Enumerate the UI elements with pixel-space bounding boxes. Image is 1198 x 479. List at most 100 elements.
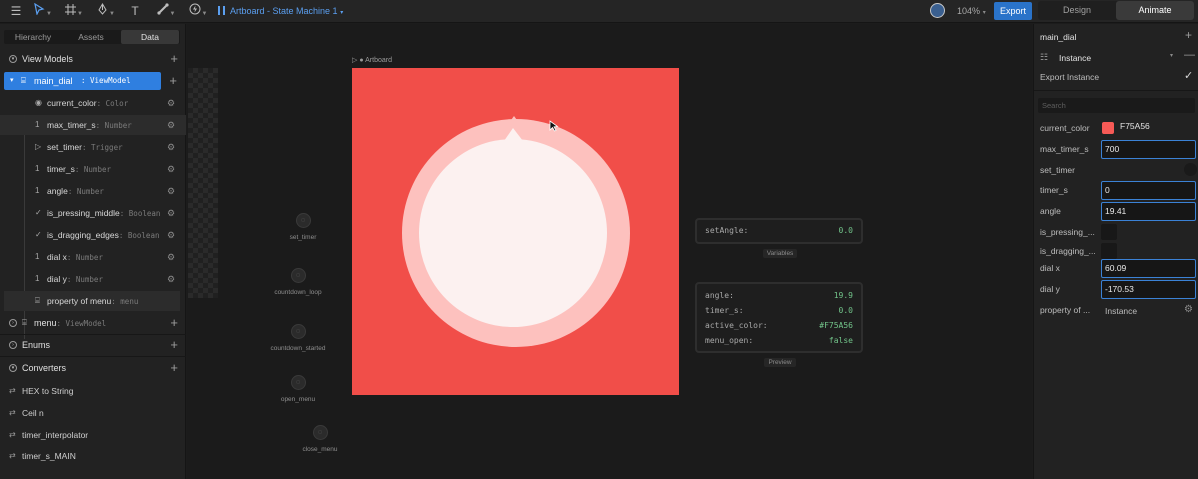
property-row[interactable]: 1 angle: Number ⚙ [0, 181, 186, 201]
bind-icon[interactable]: ⚙ [167, 269, 175, 289]
chevron-down-icon[interactable]: ▾ [9, 364, 17, 372]
property-type: : Number [66, 275, 103, 284]
chevron-right-icon[interactable]: › [9, 341, 17, 349]
state-node-open-menu[interactable]: ◌ open_menu [258, 375, 338, 403]
add-enum-icon[interactable]: + [170, 336, 178, 354]
view-models-section[interactable]: ▾ View Models + [0, 50, 186, 68]
property-row[interactable]: 1 timer_s: Number ⚙ [0, 159, 186, 179]
bind-icon[interactable]: ⚙ [167, 115, 175, 135]
preview-value: 0.0 [838, 306, 853, 315]
property-name: property of menu [47, 296, 112, 306]
state-node-set-timer[interactable]: ◌ set_timer [263, 213, 343, 241]
dial-x-input[interactable]: 60.09 [1101, 259, 1196, 278]
bind-icon[interactable]: ⚙ [167, 93, 175, 113]
is-pressing-checkbox[interactable] [1101, 224, 1117, 240]
is-dragging-checkbox[interactable] [1101, 243, 1117, 259]
instance-select[interactable]: Instance [1059, 51, 1091, 65]
view-model-menu[interactable]: › ⌸ menu: ViewModel + [0, 314, 186, 332]
node-label: open_menu [280, 396, 316, 403]
hamburger-menu-icon[interactable]: ☰ [8, 3, 24, 19]
angle-input[interactable]: 19.41 [1101, 202, 1196, 221]
timer-s-input[interactable]: 0 [1101, 181, 1196, 200]
tab-design[interactable]: Design [1038, 1, 1116, 20]
property-type: : Number [67, 187, 104, 196]
property-row[interactable]: ◉ current_color: Color ⚙ [0, 93, 186, 113]
variables-panel[interactable]: setAngle: 0.0 [695, 218, 863, 244]
add-icon[interactable]: + [1185, 28, 1192, 42]
bind-icon[interactable]: ⚙ [167, 225, 175, 245]
variable-key: setAngle: [705, 226, 749, 235]
property-name: max_timer_s [47, 120, 96, 130]
eye-icon: ◉ [35, 98, 42, 107]
converters-section[interactable]: ▾ Converters + [0, 359, 186, 377]
preview-caption: Preview [750, 358, 810, 367]
artboard[interactable] [352, 68, 679, 395]
property-name: is_dragging_edges [47, 230, 119, 240]
preview-row: angle: 19.9 [705, 289, 853, 303]
export-button[interactable]: Export [994, 2, 1032, 20]
state-node-countdown-started[interactable]: ◌ countdown_started [258, 324, 338, 352]
dial-y-input[interactable]: -170.53 [1101, 280, 1196, 299]
state-node-close-menu[interactable]: ◌ close_menu [280, 425, 360, 453]
preview-panel[interactable]: angle: 19.9 timer_s: 0.0 active_color: #… [695, 282, 863, 353]
chevron-down-icon[interactable]: ▾ [1170, 52, 1173, 59]
bone-tool-icon[interactable]: ▼ [155, 3, 177, 19]
pen-tool-icon[interactable]: ▼ [96, 3, 116, 19]
property-row[interactable]: ✓ is_dragging_edges: Boolean ⚙ [0, 225, 186, 245]
events-tool-icon[interactable]: ▼ [187, 3, 209, 19]
search-input[interactable]: Search [1038, 98, 1195, 113]
view-model-type: : ViewModel [81, 76, 131, 85]
property-row[interactable]: 1 dial x: Number ⚙ [0, 247, 186, 267]
bind-icon[interactable]: ⚙ [167, 137, 175, 157]
current-color-value[interactable]: F75A56 [1120, 121, 1150, 131]
settings-icon[interactable]: ⚙ [1184, 304, 1193, 315]
chevron-right-icon[interactable]: › [9, 319, 17, 327]
property-type: : Boolean [119, 209, 161, 218]
tab-animate[interactable]: Animate [1116, 1, 1194, 20]
dial-graphic[interactable] [352, 68, 679, 395]
select-tool-icon[interactable]: ▼ [33, 2, 53, 19]
tab-assets[interactable]: Assets [62, 30, 120, 44]
tab-data[interactable]: Data [121, 30, 179, 44]
add-converter-icon[interactable]: + [170, 359, 178, 377]
converter-item[interactable]: ⇄ HEX to String [0, 381, 186, 401]
chevron-down-icon[interactable]: ▾ [9, 55, 17, 63]
bind-icon[interactable]: ⚙ [167, 159, 175, 179]
property-row[interactable]: 1 max_timer_s: Number ⚙ [0, 115, 186, 135]
add-property-icon[interactable]: + [169, 72, 177, 90]
converter-item[interactable]: ⇄ timer_s_MAIN [0, 446, 186, 466]
mouse-cursor-icon [549, 120, 559, 132]
minus-icon[interactable]: — [1184, 49, 1195, 61]
add-view-model-icon[interactable]: + [170, 50, 178, 68]
export-instance-checkbox[interactable]: ✓ [1184, 69, 1193, 82]
frame-tool-icon[interactable]: ▼ [64, 3, 84, 19]
enums-section[interactable]: › Enums + [0, 336, 186, 354]
preview-row: menu_open: false [705, 334, 853, 348]
property-row[interactable]: ▷ set_timer: Trigger ⚙ [0, 137, 186, 157]
artboard-breadcrumb[interactable]: Artboard - State Machine 1 ▾ [218, 4, 343, 19]
trigger-button[interactable] [1184, 163, 1197, 176]
property-row[interactable]: ⌸ property of menu: menu [4, 291, 180, 311]
property-row[interactable]: ✓ is_pressing_middle: Boolean ⚙ [0, 203, 186, 223]
tab-hierarchy[interactable]: Hierarchy [4, 30, 62, 44]
zoom-level[interactable]: 104% ▾ [957, 4, 986, 21]
property-of-menu-value[interactable]: Instance [1105, 306, 1137, 316]
state-node-countdown-loop[interactable]: ◌ countdown_loop [258, 268, 338, 296]
dial-face[interactable] [419, 139, 607, 327]
converter-icon: ⇄ [9, 451, 16, 460]
converter-item[interactable]: ⇄ timer_interpolator [0, 425, 186, 445]
add-property-icon[interactable]: + [170, 314, 178, 332]
view-model-main-dial[interactable]: ▾ ⌸ main_dial : ViewModel [4, 72, 161, 90]
bind-icon[interactable]: ⚙ [167, 203, 175, 223]
converter-item[interactable]: ⇄ Ceil n [0, 403, 186, 423]
artboard-label[interactable]: ▷ ● Artboard [352, 56, 392, 64]
text-tool-icon[interactable]: T [127, 3, 143, 19]
preview-key: active_color: [705, 321, 768, 330]
color-swatch[interactable] [1102, 122, 1114, 134]
avatar[interactable] [930, 3, 945, 18]
property-row[interactable]: 1 dial y: Number ⚙ [0, 269, 186, 289]
bind-icon[interactable]: ⚙ [167, 247, 175, 267]
max-timer-input[interactable]: 700 [1101, 140, 1196, 159]
bind-icon[interactable]: ⚙ [167, 181, 175, 201]
chevron-down-icon[interactable]: ▾ [10, 72, 14, 90]
